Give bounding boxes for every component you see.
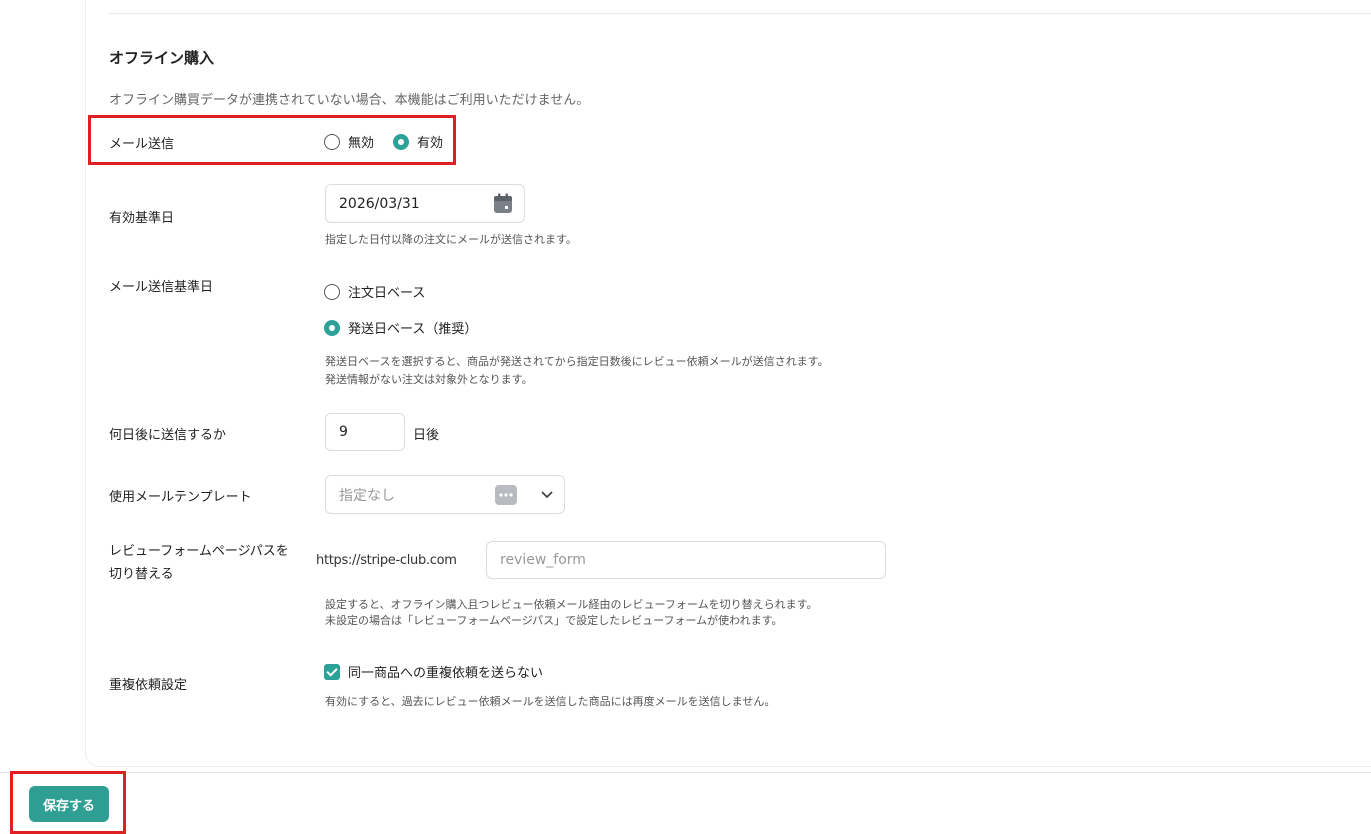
send-base-label: メール送信基準日 <box>109 280 214 295</box>
days-after-value: 9 <box>339 424 348 440</box>
duplicate-checkbox-label: 同一商品への重複依頼を送らない <box>348 666 544 681</box>
send-base-help-1: 発送日ベースを選択すると、商品が発送されてから指定日数後にレビュー依頼メールが送… <box>325 355 829 368</box>
radio-off-icon[interactable] <box>324 283 340 300</box>
form-path-prefix: https://stripe-club.com <box>316 553 457 568</box>
duplicate-label: 重複依頼設定 <box>109 678 188 693</box>
checkbox-checked-icon[interactable] <box>324 663 340 680</box>
template-label: 使用メールテンプレート <box>109 490 252 505</box>
send-base-option-label: 発送日ベース（推奨） <box>348 322 478 337</box>
send-base-help-2: 発送情報がない注文は対象外となります。 <box>325 373 533 386</box>
save-button[interactable]: 保存する <box>29 786 109 822</box>
valid-date-help: 指定した日付以降の注文にメールが送信されます。 <box>325 233 577 246</box>
valid-date-value: 2026/03/31 <box>339 195 420 212</box>
template-select[interactable]: 指定なし <box>325 475 565 514</box>
form-path-help-1: 設定すると、オフライン購入且つレビュー依頼メール経由のレビューフォームを切り替え… <box>325 598 818 611</box>
mail-send-label: メール送信 <box>109 137 175 152</box>
chevron-down-icon[interactable] <box>541 490 553 500</box>
radio-on-icon[interactable] <box>324 319 340 336</box>
valid-date-label: 有効基準日 <box>109 211 175 226</box>
calendar-icon[interactable] <box>493 193 513 214</box>
form-path-help-2: 未設定の場合は「レビューフォームページパス」で設定したレビューフォームが使われま… <box>325 614 783 627</box>
form-path-label-2: 切り替える <box>109 567 174 582</box>
form-path-label-1: レビューフォームページパスを <box>109 544 289 559</box>
form-path-input[interactable]: review_form <box>486 541 886 579</box>
divider <box>108 13 1371 14</box>
send-base-option-order[interactable]: 注文日ベース <box>324 282 425 301</box>
send-base-option-label: 注文日ベース <box>348 286 426 301</box>
valid-date-input[interactable]: 2026/03/31 <box>325 184 525 223</box>
form-path-placeholder: review_form <box>500 552 586 568</box>
more-icon <box>495 485 517 505</box>
days-after-unit: 日後 <box>413 428 440 443</box>
footer-divider <box>0 772 1371 773</box>
days-after-input[interactable]: 9 <box>325 413 405 451</box>
template-placeholder: 指定なし <box>339 487 395 504</box>
send-base-option-ship[interactable]: 発送日ベース（推奨） <box>324 318 477 337</box>
mail-send-option-label: 有効 <box>417 136 444 151</box>
section-description: オフライン購買データが連携されていない場合、本機能はご利用いただけません。 <box>109 93 590 108</box>
duplicate-checkbox-row[interactable]: 同一商品への重複依頼を送らない <box>324 662 543 681</box>
mail-send-option-label: 無効 <box>348 136 375 151</box>
radio-on-icon[interactable] <box>393 133 409 150</box>
mail-send-option-enabled[interactable]: 有効 <box>393 132 443 151</box>
section-title: オフライン購入 <box>109 49 215 67</box>
duplicate-help: 有効にすると、過去にレビュー依頼メールを送信した商品には再度メールを送信しません… <box>325 695 776 708</box>
days-after-label: 何日後に送信するか <box>109 428 227 443</box>
radio-off-icon[interactable] <box>324 133 340 150</box>
mail-send-option-disabled[interactable]: 無効 <box>324 132 374 151</box>
